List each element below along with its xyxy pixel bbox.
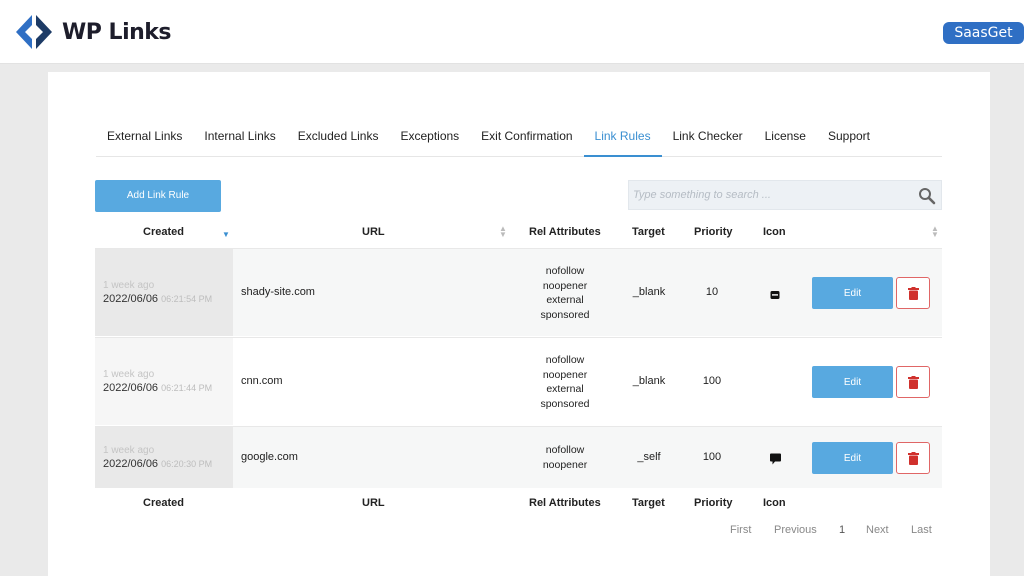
tab-license[interactable]: License <box>754 117 817 157</box>
trash-icon <box>908 452 919 465</box>
tab-bar: External Links Internal Links Excluded L… <box>96 117 942 157</box>
table-row: 1 week ago 2022/06/06 06:21:54 PM shady-s… <box>95 248 942 336</box>
rel-attribute: nofollow <box>545 265 585 277</box>
created-date: 2022/06/06 06:21:54 PM <box>103 293 212 305</box>
pagination-previous[interactable]: Previous <box>774 524 817 536</box>
column-header-rel-attributes: Rel Attributes <box>529 226 601 238</box>
table-row: 1 week ago 2022/06/06 06:20:30 PM google.… <box>95 426 942 488</box>
rel-attribute: noopener <box>542 458 588 471</box>
footer-header-priority: Priority <box>694 497 733 509</box>
created-cell: 1 week ago 2022/06/06 06:21:54 PM <box>95 249 233 336</box>
target-cell: _self <box>637 451 661 463</box>
wp-links-logo-icon <box>16 15 52 49</box>
column-header-icon: Icon <box>763 226 786 238</box>
rel-attribute: external <box>546 383 584 395</box>
tab-excluded-links[interactable]: Excluded Links <box>287 117 390 157</box>
created-date: 2022/06/06 06:21:44 PM <box>103 382 212 394</box>
column-header-created[interactable]: Created <box>143 226 184 238</box>
delete-button[interactable] <box>896 442 930 474</box>
rel-attributes-cell: nofollow noopener <box>511 443 619 472</box>
column-header-target: Target <box>632 226 665 238</box>
priority-cell: 100 <box>702 375 722 387</box>
footer-header-target: Target <box>632 497 665 509</box>
priority-cell: 10 <box>705 286 719 298</box>
date-value: 2022/06/06 <box>103 382 159 394</box>
rel-attribute: sponsored <box>540 397 590 410</box>
relative-time: 1 week ago <box>103 445 155 456</box>
date-value: 2022/06/06 <box>103 458 159 470</box>
footer-header-rel-attributes: Rel Attributes <box>529 497 601 509</box>
sort-desc-icon[interactable]: ▼ <box>222 230 230 239</box>
url-cell: google.com <box>241 451 298 463</box>
tab-link-checker[interactable]: Link Checker <box>662 117 754 157</box>
top-bar: WP Links SaasGet <box>0 0 1024 64</box>
relative-time: 1 week ago <box>103 280 155 291</box>
rel-attribute: sponsored <box>540 308 590 321</box>
brand-name: WP Links <box>62 19 172 45</box>
relative-time: 1 week ago <box>103 369 155 380</box>
target-cell: _blank <box>632 286 666 298</box>
trash-icon <box>908 287 919 300</box>
column-header-url[interactable]: URL <box>362 226 385 238</box>
priority-cell: 100 <box>702 451 722 463</box>
search-input[interactable] <box>633 181 913 209</box>
edit-button[interactable]: Edit <box>812 442 893 474</box>
edit-button[interactable]: Edit <box>812 277 893 309</box>
time-value: 06:21:44 PM <box>161 383 213 393</box>
search-icon[interactable] <box>918 187 936 205</box>
comment-icon <box>769 453 781 465</box>
created-cell: 1 week ago 2022/06/06 06:20:30 PM <box>95 427 233 488</box>
time-value: 06:20:30 PM <box>161 459 213 469</box>
tab-external-links[interactable]: External Links <box>96 117 193 157</box>
footer-header-created: Created <box>143 497 184 509</box>
edit-button[interactable]: Edit <box>812 366 893 398</box>
tab-support[interactable]: Support <box>817 117 881 157</box>
delete-button[interactable] <box>896 277 930 309</box>
square-icon <box>770 291 780 299</box>
saasget-badge: SaasGet <box>943 22 1024 44</box>
rel-attribute: nofollow <box>545 354 585 366</box>
sort-icon[interactable]: ▲ ▼ <box>931 225 939 239</box>
table-row: 1 week ago 2022/06/06 06:21:44 PM cnn.com… <box>95 337 942 425</box>
delete-button[interactable] <box>896 366 930 398</box>
tab-internal-links[interactable]: Internal Links <box>193 117 286 157</box>
pagination-first[interactable]: First <box>730 524 751 536</box>
rel-attribute: noopener <box>542 279 588 292</box>
url-cell: cnn.com <box>241 375 283 387</box>
footer-header-icon: Icon <box>763 497 786 509</box>
url-cell: shady-site.com <box>241 286 315 298</box>
column-header-priority: Priority <box>694 226 733 238</box>
rel-attributes-cell: nofollow noopener external sponsored <box>511 264 619 322</box>
icon-cell <box>765 287 785 305</box>
rel-attribute: external <box>546 294 584 306</box>
created-date: 2022/06/06 06:20:30 PM <box>103 458 212 470</box>
tab-link-rules[interactable]: Link Rules <box>583 117 662 157</box>
pagination-last[interactable]: Last <box>911 524 932 536</box>
date-value: 2022/06/06 <box>103 293 159 305</box>
brand-logo[interactable]: WP Links <box>14 13 172 51</box>
created-cell: 1 week ago 2022/06/06 06:21:44 PM <box>95 338 233 425</box>
rel-attribute: noopener <box>542 368 588 381</box>
pagination-next[interactable]: Next <box>866 524 889 536</box>
rel-attributes-cell: nofollow noopener external sponsored <box>511 353 619 411</box>
pagination-page-1[interactable]: 1 <box>839 524 845 536</box>
rel-attribute: nofollow <box>545 444 585 456</box>
time-value: 06:21:54 PM <box>161 294 213 304</box>
footer-header-url: URL <box>362 497 385 509</box>
trash-icon <box>908 376 919 389</box>
icon-cell <box>765 452 785 470</box>
tab-exceptions[interactable]: Exceptions <box>389 117 470 157</box>
search-box <box>628 180 942 210</box>
tab-exit-confirmation[interactable]: Exit Confirmation <box>470 117 583 157</box>
sort-icon[interactable]: ▲ ▼ <box>499 225 507 239</box>
target-cell: _blank <box>632 375 666 387</box>
add-link-rule-button[interactable]: Add Link Rule <box>95 180 221 212</box>
